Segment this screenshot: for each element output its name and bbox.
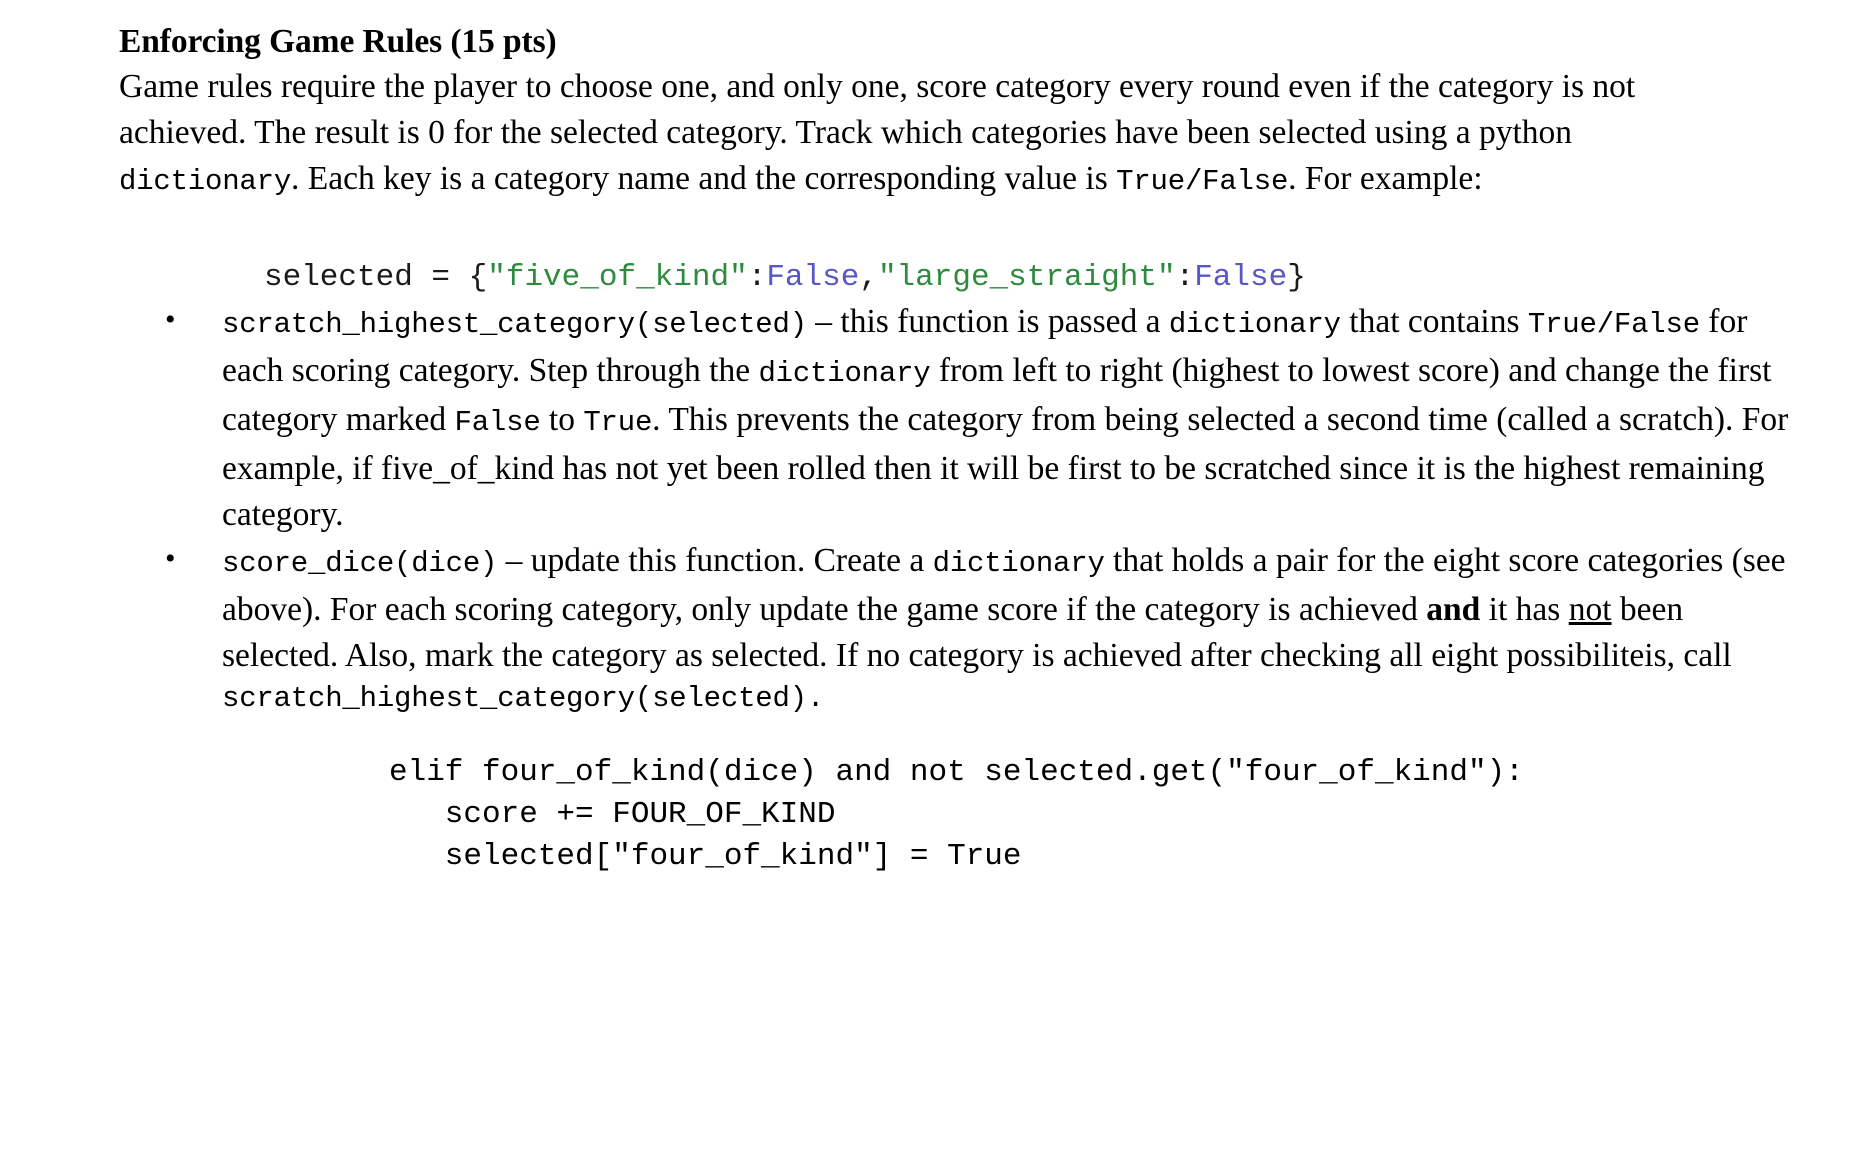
bullet-1-seg2: that contains [1340, 302, 1528, 340]
bullet-2-underline-not: not [1568, 590, 1612, 628]
function-signature-scratch-highest-category: scratch_highest_category(selected) [222, 307, 807, 341]
code-suffix: } [1287, 259, 1306, 295]
code-colon-1: : [747, 259, 767, 295]
page-title: Enforcing Game Rules (15 pts) [119, 23, 557, 60]
code-colon-2: : [1175, 259, 1195, 295]
code-string-key-2: "large_straight" [877, 259, 1176, 295]
code-comma: , [859, 259, 878, 295]
document-page: Enforcing Game Rules (15 pts) Game rules… [0, 0, 1860, 1166]
intro-paragraph: Game rules require the player to choose … [119, 64, 1729, 205]
inline-code-truefalse: True/False [1116, 164, 1289, 198]
bullet-1-code-true: True [583, 405, 653, 439]
bullet-1-body: scratch_highest_category(selected) – thi… [222, 299, 1802, 538]
requirements-list: scratch_highest_category(selected) – thi… [119, 297, 1809, 719]
bullet-2-code-dictionary: dictionary [932, 546, 1105, 580]
code-example-selected-dict: selected = {"five_of_kind":False,"large_… [264, 257, 1809, 299]
bullet-2-seg1: – update this function. Create a [497, 541, 933, 579]
bullet-1-code-dictionary-2: dictionary [758, 356, 931, 390]
bullet-1-seg1: – this function is passed a [806, 302, 1169, 340]
code-boolean-1: False [766, 259, 860, 295]
intro-text-part1: Game rules require the player to choose … [119, 67, 1636, 151]
bullet-1-code-truefalse: True/False [1527, 307, 1700, 341]
intro-text-part3: . For example: [1288, 159, 1483, 197]
bullet-1-code-dictionary-1: dictionary [1168, 307, 1341, 341]
code-line-selected-assign: selected["four_of_kind"] = True [389, 838, 1022, 874]
bullet-2-body: score_dice(dice) – update this function.… [222, 538, 1802, 679]
bullet-1-seg5: to [540, 400, 584, 438]
code-line-score-add: score += FOUR_OF_KIND [389, 796, 836, 832]
bullet-2-emphasis-and: and [1426, 590, 1481, 628]
intro-text-part2: . Each key is a category name and the co… [291, 159, 1117, 197]
function-signature-score-dice: score_dice(dice) [222, 546, 498, 580]
document-content: Enforcing Game Rules (15 pts) Game rules… [119, 22, 1809, 878]
bullet-2-code-tail-call: scratch_highest_category(selected). [222, 681, 825, 715]
inline-code-dictionary: dictionary [119, 164, 292, 198]
code-example-score-dice-snippet: elif four_of_kind(dice) and not selected… [389, 752, 1809, 878]
bullet-2-seg3: it has [1480, 590, 1569, 628]
code-boolean-2: False [1194, 259, 1288, 295]
bullet-1-code-false: False [454, 405, 541, 439]
list-item-scratch-highest-category: scratch_highest_category(selected) – thi… [119, 297, 1802, 538]
code-line-elif: elif four_of_kind(dice) and not selected… [389, 754, 1524, 790]
code-string-key-1: "five_of_kind" [487, 259, 748, 295]
list-item-score-dice: score_dice(dice) – update this function.… [119, 536, 1802, 719]
code-prefix: selected = { [264, 259, 488, 295]
